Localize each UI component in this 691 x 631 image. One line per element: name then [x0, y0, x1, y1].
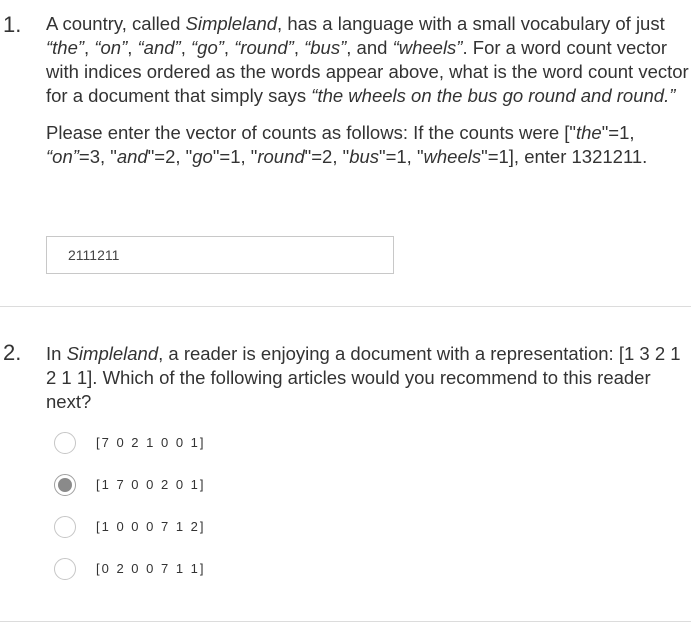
- question-2: 2. In Simpleland, a reader is enjoying a…: [0, 338, 691, 618]
- option-label: [1 7 0 0 2 0 1]: [96, 477, 206, 492]
- answer-input[interactable]: [46, 236, 394, 274]
- radio-button[interactable]: [54, 474, 76, 496]
- option-label: [0 2 0 0 7 1 1]: [96, 561, 206, 576]
- question-number: 2.: [3, 340, 22, 365]
- option-label: [1 0 0 0 7 1 2]: [96, 519, 206, 534]
- question-instructions: Please enter the vector of counts as fol…: [46, 122, 648, 167]
- radio-button[interactable]: [54, 432, 76, 454]
- question-divider: [0, 621, 691, 622]
- question-prompt: In Simpleland, a reader is enjoying a do…: [46, 343, 681, 412]
- question-divider: [0, 306, 691, 307]
- radio-button[interactable]: [54, 558, 76, 580]
- question-number: 1.: [3, 12, 22, 37]
- question-prompt: A country, called Simpleland, has a lang…: [46, 13, 689, 106]
- option-label: [7 0 2 1 0 0 1]: [96, 435, 206, 450]
- question-1: 1. A country, called Simpleland, has a l…: [0, 10, 691, 305]
- question-body: In Simpleland, a reader is enjoying a do…: [46, 342, 691, 414]
- radio-button[interactable]: [54, 516, 76, 538]
- question-body: A country, called Simpleland, has a lang…: [46, 12, 691, 169]
